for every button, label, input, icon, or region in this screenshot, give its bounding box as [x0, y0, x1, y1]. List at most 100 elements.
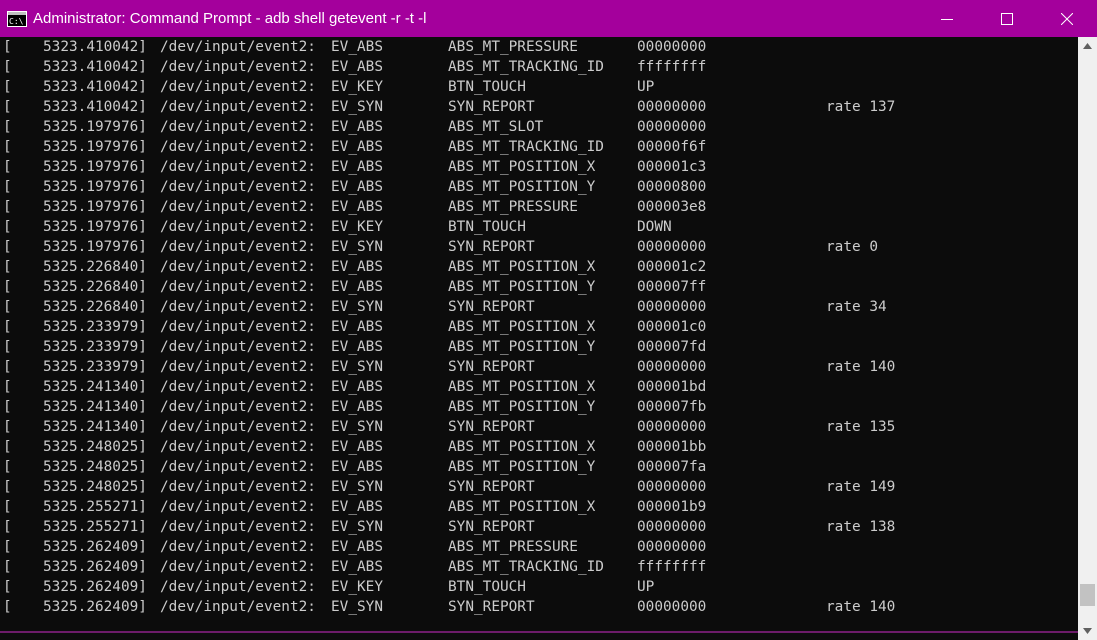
line-timestamp: 5325.241340] [43, 419, 147, 435]
line-bracket: [ [3, 559, 12, 575]
line-bracket: [ [3, 479, 12, 495]
maximize-icon [1001, 12, 1013, 25]
line-bracket: [ [3, 279, 12, 295]
line-event-type: EV_SYN [331, 239, 383, 255]
line-device: /dev/input/event2: [160, 39, 316, 55]
line-event-value: 000001bb [637, 439, 707, 455]
line-device: /dev/input/event2: [160, 279, 316, 295]
line-event-type: EV_ABS [331, 39, 383, 55]
line-device: /dev/input/event2: [160, 159, 316, 175]
line-event-value: 000007ff [637, 279, 707, 295]
line-event-value: 00000000 [637, 39, 707, 55]
line-timestamp: 5323.410042] [43, 59, 147, 75]
line-device: /dev/input/event2: [160, 319, 316, 335]
line-event-value: 000001bd [637, 379, 707, 395]
line-event-type: EV_ABS [331, 319, 383, 335]
line-timestamp: 5325.197976] [43, 179, 147, 195]
scrollbar-thumb[interactable] [1080, 583, 1095, 606]
console-line: [5325.197976] /dev/input/event2: EV_ABS ABS… [0, 117, 1078, 137]
line-device: /dev/input/event2: [160, 139, 316, 155]
line-event-code: ABS_MT_POSITION_X [448, 439, 596, 455]
line-event-code: SYN_REPORT [448, 239, 535, 255]
line-timestamp: 5325.197976] [43, 139, 147, 155]
line-device: /dev/input/event2: [160, 399, 316, 415]
line-bracket: [ [3, 239, 12, 255]
line-timestamp: 5325.262409] [43, 539, 147, 555]
line-device: /dev/input/event2: [160, 419, 316, 435]
minimize-button[interactable] [917, 0, 977, 37]
line-event-value: UP [637, 79, 655, 95]
console-line: [5325.255271] /dev/input/event2: EV_SYN SYN… [0, 517, 1078, 537]
line-event-value: 00000000 [637, 419, 707, 435]
line-event-value: 000007fa [637, 459, 707, 475]
line-event-value: 00000000 [637, 519, 707, 535]
line-event-code: ABS_MT_POSITION_X [448, 259, 596, 275]
line-device: /dev/input/event2: [160, 559, 316, 575]
scroll-up-arrow-icon[interactable] [1078, 37, 1097, 55]
line-rate: rate 138 [826, 519, 896, 535]
line-timestamp: 5325.241340] [43, 379, 147, 395]
line-event-type: EV_ABS [331, 539, 383, 555]
line-event-value: ffffffff [637, 59, 707, 75]
scroll-down-arrow-icon[interactable] [1078, 622, 1097, 640]
line-bracket: [ [3, 599, 12, 615]
line-event-code: BTN_TOUCH [448, 579, 526, 595]
line-event-code: ABS_MT_SLOT [448, 119, 544, 135]
line-device: /dev/input/event2: [160, 179, 316, 195]
line-event-value: 00000f6f [637, 139, 707, 155]
line-timestamp: 5325.226840] [43, 259, 147, 275]
line-bracket: [ [3, 339, 12, 355]
line-event-code: ABS_MT_POSITION_Y [448, 399, 596, 415]
line-device: /dev/input/event2: [160, 359, 316, 375]
line-event-type: EV_ABS [331, 559, 383, 575]
line-event-code: ABS_MT_PRESSURE [448, 39, 578, 55]
console-output[interactable]: [5323.410042] /dev/input/event2: EV_ABS ABS… [0, 37, 1078, 631]
line-device: /dev/input/event2: [160, 459, 316, 475]
line-device: /dev/input/event2: [160, 379, 316, 395]
line-device: /dev/input/event2: [160, 79, 316, 95]
title-bar[interactable]: C:\ Administrator: Command Prompt - adb … [0, 0, 1097, 37]
cmd-icon[interactable]: C:\ [7, 10, 27, 27]
line-event-code: BTN_TOUCH [448, 219, 526, 235]
console-bottom-edge [0, 631, 1078, 640]
close-button[interactable] [1037, 0, 1097, 37]
console-line: [5325.233979] /dev/input/event2: EV_SYN SYN… [0, 357, 1078, 377]
line-bracket: [ [3, 439, 12, 455]
line-bracket: [ [3, 579, 12, 595]
svg-text:C:\: C:\ [9, 17, 24, 26]
line-event-code: ABS_MT_POSITION_X [448, 499, 596, 515]
line-timestamp: 5325.248025] [43, 479, 147, 495]
line-event-code: SYN_REPORT [448, 99, 535, 115]
console-line: [5325.262409] /dev/input/event2: EV_ABS ABS… [0, 537, 1078, 557]
line-device: /dev/input/event2: [160, 99, 316, 115]
line-event-value: ffffffff [637, 559, 707, 575]
line-event-code: BTN_TOUCH [448, 79, 526, 95]
line-event-type: EV_ABS [331, 159, 383, 175]
line-rate: rate 34 [826, 299, 887, 315]
line-event-code: ABS_MT_PRESSURE [448, 199, 578, 215]
window-title: Administrator: Command Prompt - adb shel… [33, 10, 427, 27]
line-timestamp: 5325.226840] [43, 299, 147, 315]
line-timestamp: 5325.233979] [43, 339, 147, 355]
line-event-value: 000001c2 [637, 259, 707, 275]
console-line: [5325.226840] /dev/input/event2: EV_ABS ABS… [0, 277, 1078, 297]
line-rate: rate 0 [826, 239, 878, 255]
line-bracket: [ [3, 519, 12, 535]
line-device: /dev/input/event2: [160, 339, 316, 355]
line-event-value: 00000000 [637, 359, 707, 375]
maximize-button[interactable] [977, 0, 1037, 37]
line-event-type: EV_SYN [331, 419, 383, 435]
console-line: [5325.233979] /dev/input/event2: EV_ABS ABS… [0, 337, 1078, 357]
line-bracket: [ [3, 219, 12, 235]
close-icon [1061, 12, 1073, 25]
line-bracket: [ [3, 179, 12, 195]
line-bracket: [ [3, 359, 12, 375]
line-event-value: 00000000 [637, 239, 707, 255]
line-event-value: 000007fb [637, 399, 707, 415]
vertical-scrollbar[interactable] [1078, 37, 1097, 640]
console-line: [5325.248025] /dev/input/event2: EV_ABS ABS… [0, 457, 1078, 477]
console-line: [5325.241340] /dev/input/event2: EV_ABS ABS… [0, 397, 1078, 417]
line-bracket: [ [3, 159, 12, 175]
line-bracket: [ [3, 379, 12, 395]
line-rate: rate 149 [826, 479, 896, 495]
